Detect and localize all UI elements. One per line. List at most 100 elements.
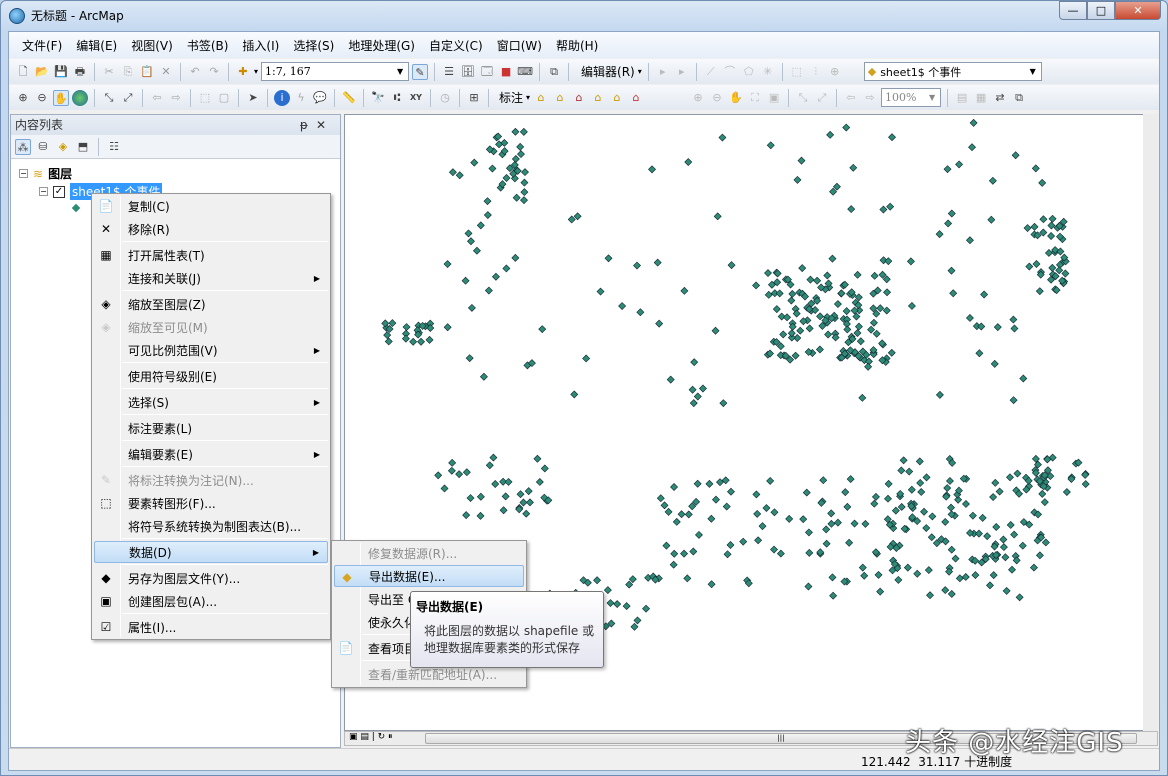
layout-zoom-in-icon[interactable]: ⊕ xyxy=(690,90,706,106)
layout-pan-icon[interactable]: ✋ xyxy=(728,90,744,106)
pan-icon[interactable]: ✋ xyxy=(53,89,69,106)
menu-item[interactable]: ⬚ 要素转图形(F)... xyxy=(94,492,328,514)
view-unplaced-icon[interactable]: ⌂ xyxy=(628,90,644,106)
point-icon[interactable]: ✳ xyxy=(760,64,776,80)
toc-window-icon[interactable]: ☰ xyxy=(441,64,457,80)
chevron-down-icon[interactable]: ▼ xyxy=(393,64,407,79)
lock-labels-icon[interactable]: ⌂ xyxy=(590,90,606,106)
menu-item[interactable]: 可见比例范围(V) ▶ xyxy=(94,339,328,361)
menu-2[interactable]: 视图(V) xyxy=(124,37,180,54)
zoom-out-icon[interactable]: ⊖ xyxy=(34,90,50,106)
add-data-icon[interactable]: ✚ xyxy=(235,64,251,80)
close-icon[interactable]: ✕ xyxy=(316,118,334,132)
hyperlink-icon[interactable]: ϟ xyxy=(293,90,309,106)
menu-1[interactable]: 编辑(E) xyxy=(69,37,124,54)
menu-item[interactable]: ▣ 创建图层包(A)... xyxy=(94,590,328,612)
menu-item[interactable]: ◈ 缩放至图层(Z) xyxy=(94,293,328,315)
change-layout-icon[interactable]: ⇄ xyxy=(992,90,1008,106)
scale-combo[interactable]: 1:7, 167 ▼ xyxy=(261,62,410,81)
full-extent-icon[interactable] xyxy=(72,89,88,106)
label-priority-icon[interactable]: ⌂ xyxy=(552,90,568,106)
layout-view-buttons[interactable]: ▣ ▤ | ↻ ⏸ xyxy=(349,732,393,742)
menu-item[interactable]: ▦ 打开属性表(T) xyxy=(94,244,328,266)
menu-8[interactable]: 窗口(W) xyxy=(490,37,549,54)
edit-tool-icon[interactable]: ▸ xyxy=(655,64,671,80)
layout-zoom-out-icon[interactable]: ⊖ xyxy=(709,90,725,106)
find-route-icon[interactable]: ⑆ xyxy=(389,90,405,106)
end-point-arc-icon[interactable]: ⌒ xyxy=(722,64,738,80)
find-icon[interactable]: 🔭 xyxy=(370,90,386,106)
menu-item[interactable]: 连接和关联(J) ▶ xyxy=(94,267,328,289)
straight-segment-icon[interactable]: ⟋ xyxy=(703,64,719,80)
fixed-zoom-in-icon[interactable]: ⤡ xyxy=(101,90,117,106)
edit-vertices-icon[interactable]: ⬚ xyxy=(789,64,805,80)
menu-0[interactable]: 文件(F) xyxy=(15,37,69,54)
layout-fixed-zoom-out-icon[interactable]: ⤢ xyxy=(814,90,830,106)
menu-9[interactable]: 帮助(H) xyxy=(549,37,605,54)
zoom-100-icon[interactable]: ▣ xyxy=(766,90,782,106)
list-by-drawing-order-icon[interactable]: ⁂ xyxy=(15,138,31,155)
menu-item[interactable]: ◆ 导出数据(E)... xyxy=(334,565,524,587)
arctoolbox-icon[interactable]: ■ xyxy=(498,64,514,80)
html-popup-icon[interactable]: 💬 xyxy=(312,90,328,106)
options-icon[interactable]: ☷ xyxy=(106,139,122,155)
select-features-icon[interactable]: ⬚ xyxy=(197,90,213,106)
redo-icon[interactable]: ↷ xyxy=(206,64,222,80)
pause-labeling-icon[interactable]: ⌂ xyxy=(609,90,625,106)
menu-item[interactable]: ◈ 缩放至可见(M) xyxy=(94,316,328,338)
menu-item[interactable]: ✎ 将标注转换为注记(N)... xyxy=(94,469,328,491)
copy-icon[interactable]: ⎘ xyxy=(120,64,136,80)
editor-menu[interactable]: 编辑器(R) xyxy=(581,63,635,80)
menu-item[interactable]: 选择(S) ▶ xyxy=(94,391,328,413)
focus-data-frame-icon[interactable]: ▦ xyxy=(973,90,989,106)
layout-forward-icon[interactable]: ⇨ xyxy=(862,90,878,106)
menu-item[interactable]: 编辑要素(E) ▶ xyxy=(94,443,328,465)
save-icon[interactable]: 💾 xyxy=(53,64,69,80)
catalog-icon[interactable]: 🗄 xyxy=(460,64,476,80)
print-icon[interactable]: 🖶 xyxy=(72,64,88,80)
identify-icon[interactable]: i xyxy=(274,89,290,106)
label-manager-icon[interactable]: ⌂ xyxy=(533,90,549,106)
clear-selection-icon[interactable]: ▢ xyxy=(216,90,232,106)
editor-toolbar-icon[interactable]: ✎ xyxy=(412,63,429,80)
magnifier-icon[interactable]: ⊞ xyxy=(466,90,482,106)
data-driven-pages-icon[interactable]: ⧉ xyxy=(1011,90,1027,106)
label-menu[interactable]: 标注 xyxy=(499,89,523,106)
layout-zoom-combo[interactable]: 100% ▼ xyxy=(881,88,942,107)
maximize-button[interactable]: □ xyxy=(1087,1,1115,20)
close-button[interactable]: ✕ xyxy=(1115,1,1161,20)
chevron-down-icon[interactable]: ▼ xyxy=(1026,64,1040,79)
layout-back-icon[interactable]: ⇦ xyxy=(843,90,859,106)
search-window-icon[interactable]: 🗔 xyxy=(479,64,495,80)
menu-item[interactable]: 使用符号级别(E) xyxy=(94,365,328,387)
menu-item[interactable]: ☑ 属性(I)... xyxy=(94,616,328,638)
delete-icon[interactable]: ✕ xyxy=(158,64,174,80)
reshape-icon[interactable]: ⫶ xyxy=(808,64,824,80)
zoom-whole-page-icon[interactable]: ⛶ xyxy=(747,90,763,106)
menu-item[interactable]: 数据(D) ▶ xyxy=(94,541,328,563)
visibility-checkbox[interactable]: ✓ xyxy=(53,185,65,198)
back-icon[interactable]: ⇦ xyxy=(149,90,165,106)
menu-7[interactable]: 自定义(C) xyxy=(422,37,490,54)
forward-icon[interactable]: ⇨ xyxy=(168,90,184,106)
fixed-zoom-out-icon[interactable]: ⤢ xyxy=(120,90,136,106)
menu-item[interactable]: 标注要素(L) xyxy=(94,417,328,439)
menu-6[interactable]: 地理处理(G) xyxy=(341,37,422,54)
vertical-scrollbar[interactable] xyxy=(1143,114,1158,731)
new-icon[interactable]: 🗋 xyxy=(15,64,31,80)
menu-item[interactable]: 修复数据源(R)... xyxy=(334,542,524,564)
paste-icon[interactable]: 📋 xyxy=(139,64,155,80)
toggle-draft-icon[interactable]: ▤ xyxy=(954,90,970,106)
collapse-icon[interactable]: − xyxy=(39,187,48,196)
target-layer-combo[interactable]: ◆ sheet1$ 个事件 ▼ xyxy=(863,62,1042,81)
menu-4[interactable]: 插入(I) xyxy=(235,37,286,54)
minimize-button[interactable]: — xyxy=(1059,1,1087,20)
layout-fixed-zoom-in-icon[interactable]: ⤡ xyxy=(795,90,811,106)
edit-annotation-icon[interactable]: ▸ xyxy=(674,64,690,80)
cut-icon[interactable]: ✂ xyxy=(101,64,117,80)
menu-item[interactable]: ✕ 移除(R) xyxy=(94,218,328,240)
open-icon[interactable]: 📂 xyxy=(34,64,50,80)
undo-icon[interactable]: ↶ xyxy=(187,64,203,80)
pin-icon[interactable]: ᵽ xyxy=(300,118,316,132)
list-by-selection-icon[interactable]: ⬒ xyxy=(75,139,91,155)
